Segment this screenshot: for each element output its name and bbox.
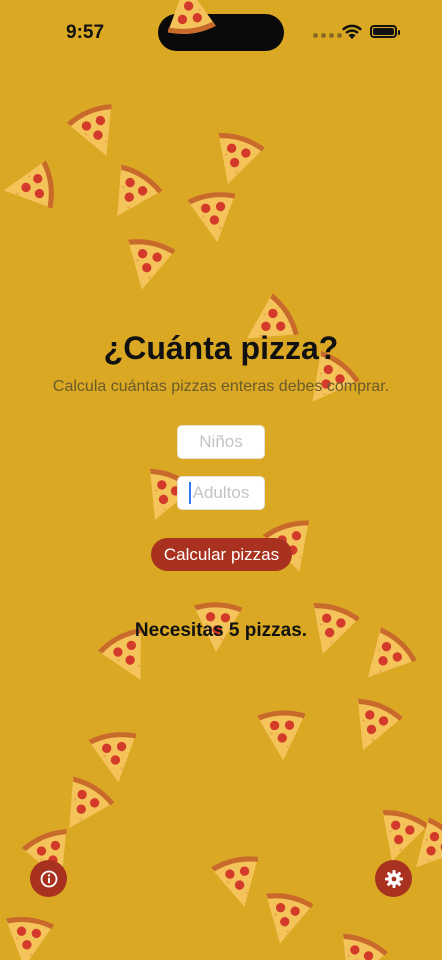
signal-icon: [313, 33, 342, 38]
pizza-slice-icon: [253, 706, 314, 767]
pizza-slice-icon: [337, 692, 409, 764]
kids-input[interactable]: [177, 425, 265, 459]
page-title: ¿Cuánta pizza?: [103, 330, 339, 366]
app-screen: 9:57 ¿Cuánta pizza? Calcula cuántas pizz…: [0, 0, 442, 960]
wifi-icon: [342, 24, 362, 39]
text-cursor: [189, 482, 191, 504]
pizza-slice-icon: [0, 913, 58, 960]
pizza-slice-icon: [0, 156, 60, 221]
battery-icon: [370, 25, 400, 38]
pizza-slice-icon: [183, 186, 248, 251]
info-icon: [40, 870, 57, 887]
pizza-slice-icon: [116, 234, 181, 299]
result-text: Necesitas 5 pizzas.: [134, 620, 308, 641]
pizza-slice-icon: [93, 158, 169, 234]
gear-icon: [384, 869, 403, 888]
page-subtitle: Calcula cuántas pizzas enteras debes com…: [52, 378, 390, 395]
info-button[interactable]: [30, 860, 67, 897]
status-bar: 9:57: [0, 0, 442, 64]
pizza-slice-icon: [254, 888, 319, 953]
pizza-slice-icon: [322, 927, 394, 960]
status-time: 9:57: [66, 22, 105, 43]
calculate-button[interactable]: Calcular pizzas: [151, 538, 292, 571]
settings-button[interactable]: [375, 860, 412, 897]
